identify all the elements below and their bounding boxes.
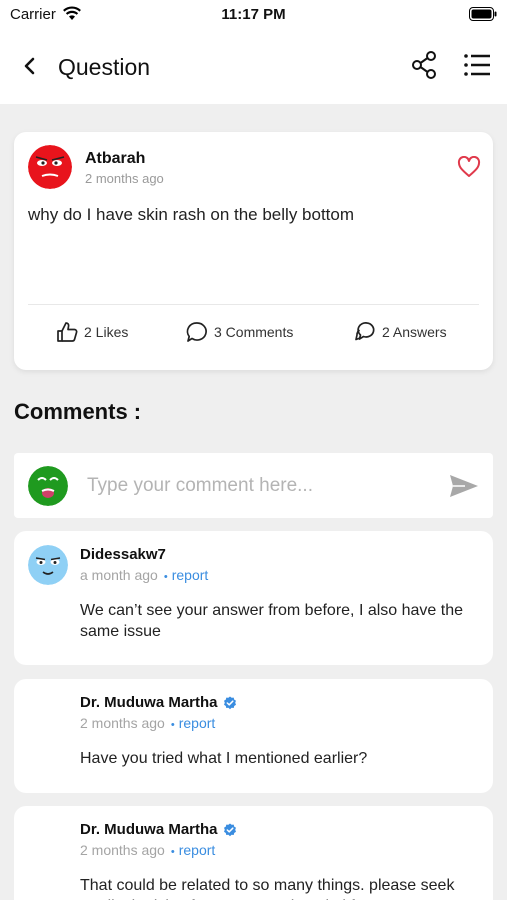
separator-dot: • (170, 846, 175, 858)
comment-author[interactable]: Dr. Muduwa Martha (80, 821, 237, 838)
send-icon[interactable] (449, 474, 479, 498)
comments-section-title: Comments : (14, 399, 142, 424)
comment-text: We can’t see your answer from before, I … (80, 602, 464, 640)
question-card: Atbarah 2 months ago why do I have skin … (14, 132, 493, 370)
comment-meta: 2 months ago • report (80, 715, 215, 731)
question-text: why do I have skin rash on the belly bot… (28, 205, 355, 224)
answers-label: 2 Answers (382, 324, 447, 340)
likes-label: 2 Likes (84, 324, 129, 340)
comment-author-name: Didessakw7 (80, 546, 166, 563)
question-author[interactable]: Atbarah (85, 150, 145, 168)
verified-badge-icon (223, 823, 236, 836)
comment-author[interactable]: Dr. Muduwa Martha (80, 694, 237, 711)
separator-dot: • (170, 719, 175, 731)
status-time: 11:17 PM (221, 6, 286, 23)
current-user-avatar (28, 466, 68, 506)
comment-meta: 2 months ago • report (80, 842, 215, 858)
heart-icon[interactable] (457, 155, 481, 178)
comments-button[interactable]: 3 Comments (186, 320, 293, 344)
report-link[interactable]: report (179, 715, 216, 731)
divider (28, 304, 479, 305)
list-menu-icon[interactable] (463, 51, 491, 79)
comment-input[interactable]: Type your comment here... (87, 475, 313, 497)
comment-card: Dr. Muduwa Martha 2 months ago • report Ha… (14, 679, 493, 793)
comments-label: 3 Comments (214, 324, 294, 340)
report-link[interactable]: report (172, 567, 209, 583)
likes-button[interactable]: 2 Likes (56, 320, 128, 344)
nav-header: Question (0, 30, 507, 104)
separator-dot: • (163, 571, 168, 583)
back-icon[interactable] (18, 52, 44, 80)
page-title: Question (58, 54, 151, 80)
battery-icon (469, 7, 497, 25)
share-icon[interactable] (410, 50, 440, 80)
avatar[interactable] (28, 145, 72, 189)
comment-author[interactable]: Didessakw7 (80, 546, 166, 563)
comment-card: Didessakw7 a month ago • report We can’t s… (14, 531, 493, 665)
comment-text: That could be related to so many things.… (80, 877, 455, 900)
thumbs-up-icon (57, 322, 78, 342)
comment-author-name: Dr. Muduwa Martha (80, 821, 218, 838)
comment-input-bar: Type your comment here... (14, 453, 493, 518)
comment-card: Dr. Muduwa Martha 2 months ago • report Th… (14, 806, 493, 900)
avatar[interactable] (28, 545, 68, 585)
comment-bubble-icon (186, 322, 207, 342)
comment-text: Have you tried what I mentioned earlier? (80, 750, 368, 767)
comment-time: a month ago (80, 567, 158, 583)
answers-icon (355, 322, 375, 341)
comment-time: 2 months ago (80, 715, 165, 731)
report-link[interactable]: report (179, 842, 216, 858)
comment-meta: a month ago • report (80, 567, 208, 583)
question-time: 2 months ago (85, 171, 164, 186)
status-bar: Carrier 11:17 PM (0, 0, 507, 30)
comment-author-name: Dr. Muduwa Martha (80, 694, 218, 711)
answers-button[interactable]: 2 Answers (354, 320, 447, 344)
verified-badge-icon (223, 696, 236, 709)
comment-time: 2 months ago (80, 842, 165, 858)
